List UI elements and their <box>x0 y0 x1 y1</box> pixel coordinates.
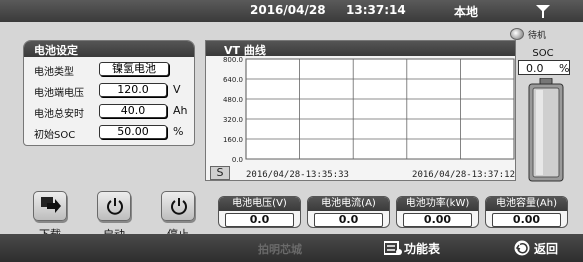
readout-value: 0.00 <box>492 213 561 227</box>
readout-value: 0.0 <box>314 213 383 227</box>
x-start-label: 2016/04/28-13:35:33 <box>246 170 349 180</box>
battery-type-select[interactable]: 镍氢电池 <box>99 62 169 76</box>
return-icon <box>514 240 530 256</box>
start-button[interactable] <box>97 191 131 221</box>
initial-soc-input[interactable]: 50.00 <box>99 125 167 139</box>
y-tick-label: 0.0 <box>232 156 243 164</box>
battery-voltage-label: 电池端电压 <box>34 88 84 99</box>
y-tick-label: 480.0 <box>223 96 243 104</box>
y-tick-label: 800.0 <box>223 56 243 64</box>
battery-settings-panel: 电池设定 电池类型 镍氢电池 电池端电压 120.0 V 电池总安时 40.0 … <box>23 40 195 146</box>
download-icon <box>41 197 61 213</box>
battery-power-readout: 电池功率(kW) 0.00 <box>396 196 479 228</box>
initial-soc-unit: % <box>173 125 184 138</box>
time-display: 13:37:14 <box>346 3 406 17</box>
y-tick-label: 320.0 <box>223 116 243 124</box>
readout-value: 0.00 <box>403 213 472 227</box>
battery-voltage-readout: 电池电压(V) 0.0 <box>218 196 301 228</box>
plot-area <box>245 58 515 160</box>
control-mode-label: 本地 <box>454 5 479 19</box>
battery-settings-title: 电池设定 <box>24 41 194 57</box>
filter-icon[interactable] <box>536 5 550 18</box>
initial-soc-label: 初始SOC <box>34 130 76 141</box>
battery-capacity-readout: 电池容量(Ah) 0.00 <box>485 196 568 228</box>
stop-button[interactable] <box>161 191 195 221</box>
vt-curve-title: VT 曲线 <box>206 41 515 57</box>
battery-capacity-label: 电池总安时 <box>34 109 84 120</box>
battery-voltage-unit: V <box>173 83 181 96</box>
vt-chart: 800.0640.0480.0320.0160.00.02016/04/28-1… <box>223 56 515 180</box>
battery-capacity-unit: Ah <box>173 104 188 117</box>
y-tick-label: 640.0 <box>223 76 243 84</box>
bottom-nav-bar: 拍明芯城 功能表 返回 <box>0 234 583 262</box>
battery-current-readout: 电池电流(A) 0.0 <box>307 196 390 228</box>
top-status-bar: 2016/04/28 13:37:14 本地 <box>0 0 583 22</box>
readout-label: 电池功率(kW) <box>397 197 478 211</box>
function-table-label: 功能表 <box>404 242 441 256</box>
vt-curve-panel: VT 曲线 800.0 640.0 480.0 320.0 160.0 0.0 2016/0… <box>205 40 516 181</box>
x-end-label: 2016/04/28-13:37:12 <box>412 170 515 180</box>
return-label: 返回 <box>534 242 559 256</box>
soc-readout: 0.0 % <box>518 60 570 75</box>
y-tick-label: 160.0 <box>223 136 243 144</box>
power-icon <box>107 198 123 215</box>
battery-type-label: 电池类型 <box>34 67 74 78</box>
watermark-logo: 拍明芯城 <box>258 243 302 256</box>
s-scroll-button[interactable]: S <box>210 166 230 180</box>
function-table-icon <box>384 241 402 255</box>
battery-capacity-input[interactable]: 40.0 <box>99 104 167 118</box>
readout-label: 电池电流(A) <box>308 197 389 211</box>
soc-unit: % <box>559 62 570 75</box>
battery-voltage-input[interactable]: 120.0 <box>99 83 167 97</box>
date-display: 2016/04/28 <box>250 3 326 17</box>
battery-level-icon <box>528 78 564 182</box>
download-button[interactable] <box>33 191 67 221</box>
soc-value: 0.0 <box>526 62 544 75</box>
power-icon <box>171 198 187 215</box>
readout-value: 0.0 <box>225 213 294 227</box>
readout-label: 电池容量(Ah) <box>486 197 567 211</box>
standby-indicator-icon <box>510 28 524 40</box>
standby-label: 待机 <box>528 31 547 41</box>
readout-label: 电池电压(V) <box>219 197 300 211</box>
